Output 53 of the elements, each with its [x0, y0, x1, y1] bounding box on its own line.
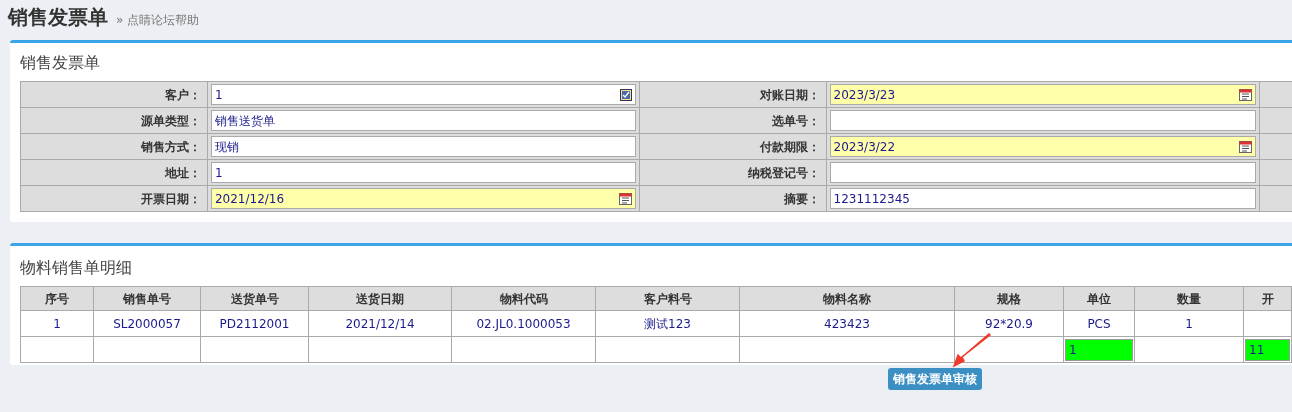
field-label: 选单号： — [771, 113, 820, 128]
field-label: 纳税登记号： — [747, 165, 820, 180]
input-field[interactable] — [829, 162, 1257, 183]
date-field[interactable]: 2023/3/23 — [829, 84, 1257, 105]
table-cell: PD2112001 — [200, 310, 309, 337]
lookup-icon[interactable] — [619, 88, 632, 101]
column-header: 单位 — [1063, 286, 1135, 311]
date-field[interactable]: 2021/12/16 — [210, 188, 636, 209]
calendar-icon[interactable] — [1239, 88, 1253, 101]
field-label: 对账日期： — [759, 87, 820, 102]
column-header: 数量 — [1134, 286, 1244, 311]
table-cell: 92*20.9 — [954, 310, 1064, 337]
help-link[interactable]: » 点睛论坛帮助 — [116, 11, 200, 29]
input-field[interactable]: 销售送货单 — [210, 110, 636, 131]
column-header: 序号 — [20, 286, 94, 311]
table-cell: 测试123 — [595, 310, 740, 337]
table-cell: PCS — [1063, 310, 1135, 337]
panel-title: 物料销售单明细 — [20, 257, 133, 279]
table-cell: 2021/12/14 — [308, 310, 452, 337]
field-label: 源单类型： — [140, 113, 201, 128]
table-cell: SL2000057 — [93, 310, 201, 337]
column-header: 送货单号 — [200, 286, 309, 311]
calendar-icon[interactable] — [618, 192, 632, 205]
input-field[interactable]: 11 — [1245, 338, 1290, 361]
table-cell: 1 — [20, 310, 94, 337]
input-field[interactable]: 现销 — [210, 136, 636, 157]
calendar-icon[interactable] — [1239, 140, 1253, 153]
field-label: 摘要： — [783, 191, 820, 206]
arrow-icon — [950, 333, 992, 369]
column-header: 客户料号 — [595, 286, 740, 311]
page-title: 销售发票单 — [8, 4, 108, 31]
column-header: 送货日期 — [308, 286, 452, 311]
input-field[interactable]: 1231112345 — [829, 188, 1257, 209]
input-field[interactable]: 1 — [210, 84, 636, 105]
audit-button[interactable]: 销售发票单审核 — [888, 368, 982, 390]
input-field[interactable]: 1 — [1065, 338, 1133, 361]
column-header: 规格 — [954, 286, 1064, 311]
input-field[interactable]: 1 — [210, 162, 636, 183]
column-header: 销售单号 — [93, 286, 201, 311]
field-label: 客户： — [164, 87, 201, 102]
column-header: 开 — [1243, 286, 1292, 311]
field-label: 开票日期： — [140, 191, 201, 206]
column-header: 物料代码 — [451, 286, 596, 311]
panel-title: 销售发票单 — [20, 52, 101, 74]
field-label: 地址： — [164, 165, 201, 180]
field-label: 付款期限： — [759, 139, 820, 154]
date-field[interactable]: 2023/3/22 — [829, 136, 1257, 157]
input-field[interactable] — [829, 110, 1257, 131]
table-cell: 02.JL0.1000053 — [451, 310, 596, 337]
table-cell: 1 — [1134, 310, 1244, 337]
column-header: 物料名称 — [739, 286, 955, 311]
table-cell: 423423 — [739, 310, 955, 337]
field-label: 销售方式： — [140, 139, 201, 154]
